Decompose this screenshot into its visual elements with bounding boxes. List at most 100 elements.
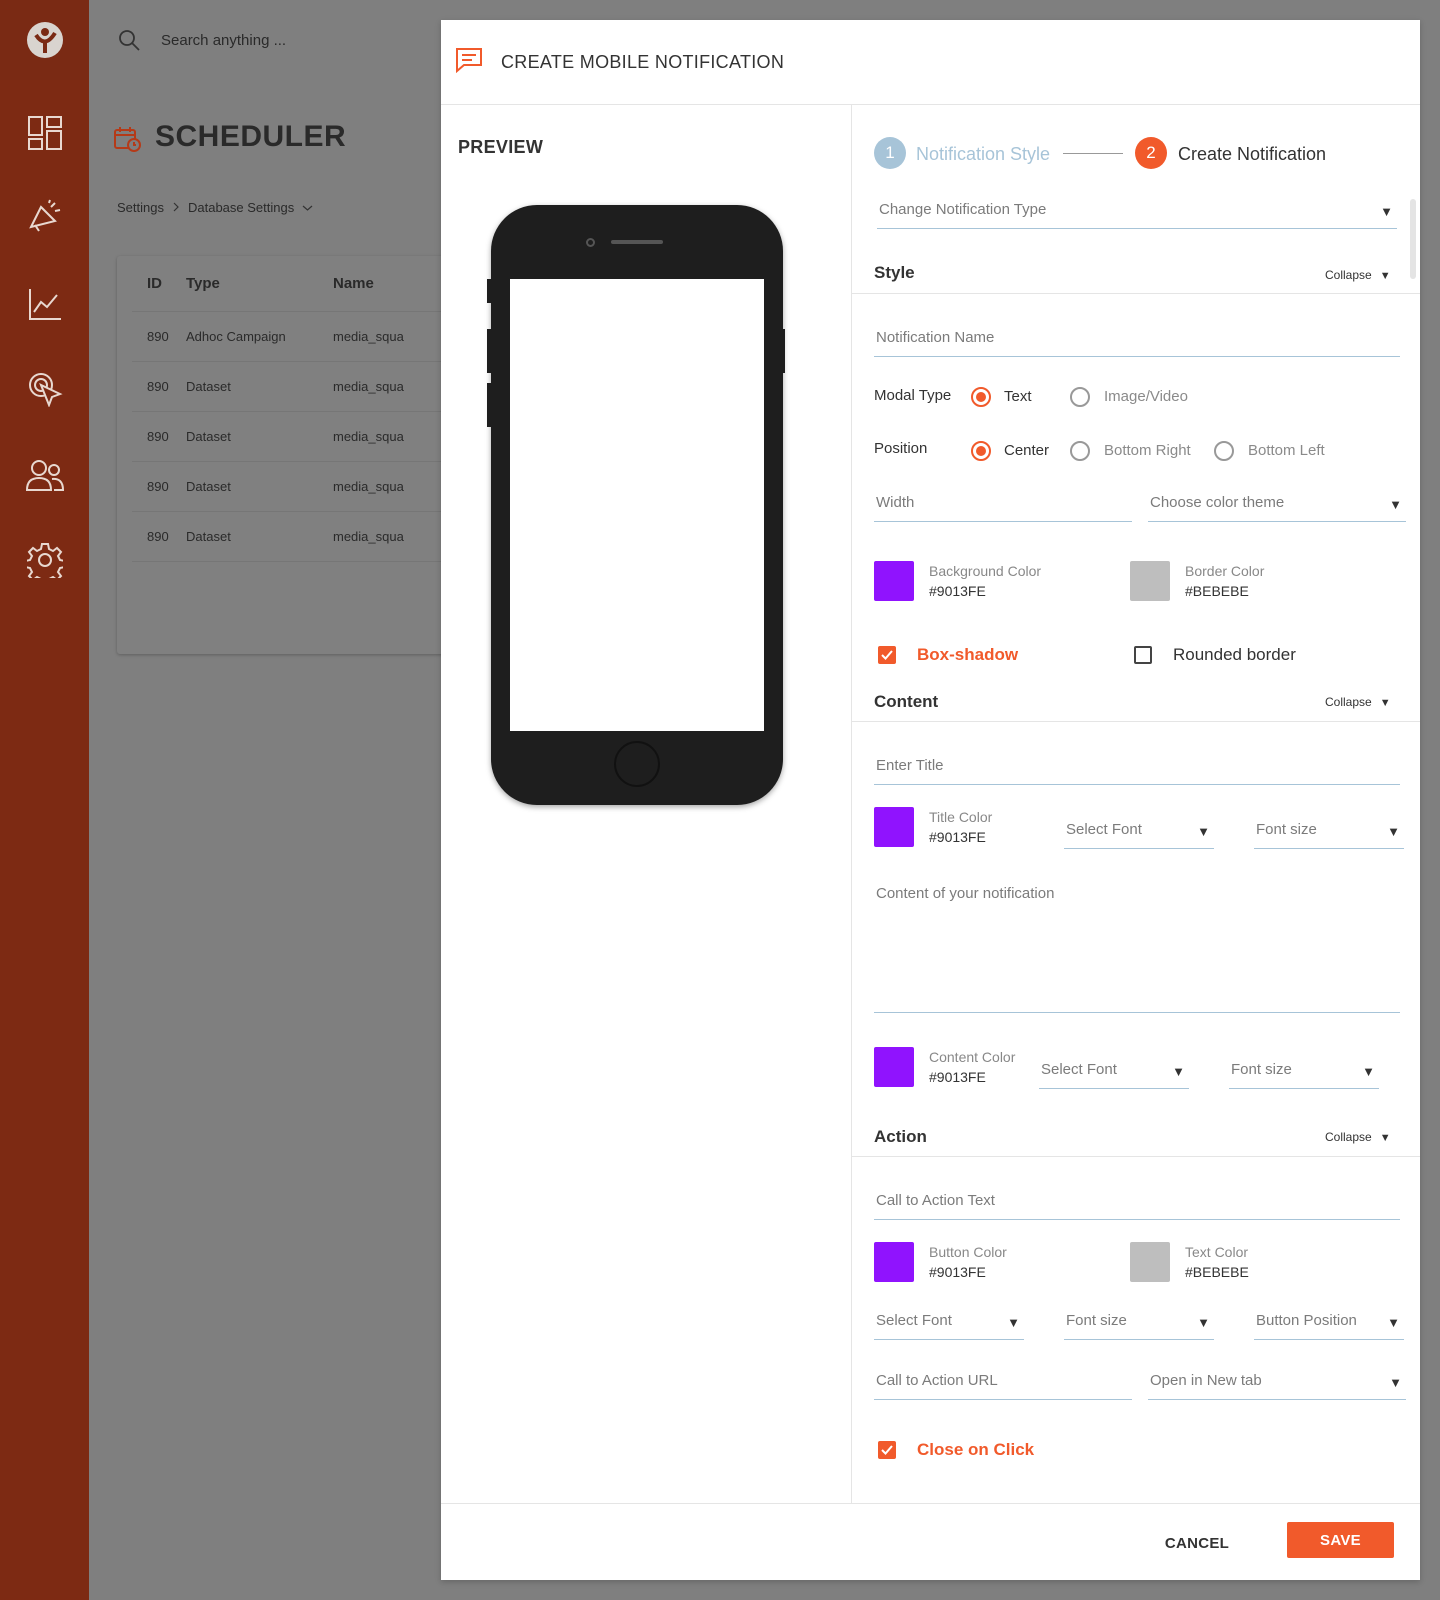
width-input[interactable]: Width [874,492,1132,522]
border-color-value: #BEBEBE [1185,583,1249,599]
stepper-connector [1063,153,1123,154]
select-placeholder: Select Font [1066,821,1142,838]
open-target-select[interactable]: Open in New tab ▼ [1148,1370,1406,1400]
preview-label: PREVIEW [458,137,544,157]
dropdown-arrow-icon: ▼ [1387,1315,1400,1330]
collapse-label: Collapse [1325,1130,1372,1144]
notification-title-input[interactable]: Enter Title [874,755,1400,785]
content-color-swatch[interactable] [874,1047,914,1087]
collapse-label: Collapse [1325,268,1372,282]
table-row[interactable]: 890 Dataset media_squa [132,512,477,562]
step-2-indicator[interactable]: 2 [1135,137,1167,169]
dropdown-arrow-icon: ▼ [1007,1315,1020,1330]
cta-text-input[interactable]: Call to Action Text [874,1190,1400,1220]
phone-side-button [487,383,493,427]
style-collapse-toggle[interactable]: Collapse ▼ [1325,268,1391,282]
table-row[interactable]: 890 Dataset media_squa [132,412,477,462]
dropdown-arrow-icon: ▼ [1389,1375,1402,1390]
table-row[interactable]: 890 Dataset media_squa [132,462,477,512]
modal-type-text-label[interactable]: Text [1004,388,1032,405]
preview-pane: PREVIEW [441,105,852,1503]
dropdown-arrow-icon: ▼ [1389,497,1402,512]
position-bottom-right-label[interactable]: Bottom Right [1104,442,1191,459]
search-input[interactable]: Search anything ... [161,32,286,49]
position-center-label[interactable]: Center [1004,442,1049,459]
close-on-click-checkbox[interactable] [878,1441,896,1459]
cell-type: Dataset [186,529,231,544]
users-icon[interactable] [24,454,66,496]
pointer-click-icon[interactable] [24,368,66,410]
position-center-radio[interactable] [971,441,991,461]
table-row[interactable]: 890 Adhoc Campaign media_squa [132,312,477,362]
border-color-swatch[interactable] [1130,561,1170,601]
box-shadow-checkbox[interactable] [878,646,896,664]
dashboard-icon[interactable] [24,112,66,154]
modal-type-image-video-label[interactable]: Image/Video [1104,388,1188,405]
dropdown-arrow-icon: ▼ [1387,824,1400,839]
notification-name-input[interactable]: Notification Name [874,327,1400,357]
action-collapse-toggle[interactable]: Collapse ▼ [1325,1130,1391,1144]
content-section-title: Content [874,692,939,711]
change-notification-type-select[interactable]: Change Notification Type ▼ [877,199,1397,229]
position-bottom-right-radio[interactable] [1070,441,1090,461]
select-value: Open in New tab [1150,1372,1262,1389]
position-bottom-left-label[interactable]: Bottom Left [1248,442,1325,459]
color-theme-select[interactable]: Choose color theme ▼ [1148,492,1406,522]
position-bottom-left-radio[interactable] [1214,441,1234,461]
modal-footer: CANCEL SAVE [441,1503,1420,1580]
phone-side-button [779,329,785,373]
cta-url-input[interactable]: Call to Action URL [874,1370,1132,1400]
table-row[interactable]: 890 Dataset media_squa [132,362,477,412]
campaign-megaphone-icon[interactable] [24,196,66,238]
button-color-swatch[interactable] [874,1242,914,1282]
cell-type: Dataset [186,379,231,394]
close-on-click-label[interactable]: Close on Click [917,1440,1034,1460]
column-header-type[interactable]: Type [186,275,333,292]
rounded-border-label[interactable]: Rounded border [1173,645,1296,665]
select-placeholder: Font size [1066,1312,1127,1329]
section-divider [852,293,1420,294]
dropdown-arrow-icon: ▼ [1197,824,1210,839]
content-font-size-select[interactable]: Font size ▼ [1229,1059,1379,1089]
background-color-swatch[interactable] [874,561,914,601]
modal-type-label: Modal Type [874,387,952,404]
table-header-row: ID Type Name [132,256,477,312]
rounded-border-checkbox[interactable] [1134,646,1152,664]
cancel-button[interactable]: CANCEL [1161,1528,1233,1558]
modal-type-image-video-radio[interactable] [1070,387,1090,407]
cell-type: Adhoc Campaign [186,329,286,344]
step-1-label[interactable]: Notification Style [916,144,1050,165]
chevron-down-icon[interactable] [302,200,313,215]
step-1-indicator[interactable]: 1 [874,137,906,169]
settings-gear-icon[interactable] [24,539,66,581]
collapse-arrow-icon: ▼ [1379,697,1391,709]
button-position-select[interactable]: Button Position ▼ [1254,1310,1404,1340]
phone-speaker [611,240,663,244]
breadcrumb-database-settings[interactable]: Database Settings [188,200,294,215]
style-section-title: Style [874,263,915,282]
notification-content-textarea[interactable]: Content of your notification [874,883,1400,1013]
analytics-chart-icon[interactable] [24,283,66,325]
scrollbar[interactable] [1410,199,1416,279]
modal-type-text-radio[interactable] [971,387,991,407]
button-font-select[interactable]: Select Font ▼ [874,1310,1024,1340]
save-button[interactable]: SAVE [1287,1522,1394,1558]
cell-id: 890 [147,429,169,444]
column-header-id[interactable]: ID [132,275,186,292]
dropdown-arrow-icon: ▼ [1197,1315,1210,1330]
title-color-swatch[interactable] [874,807,914,847]
text-color-value: #BEBEBE [1185,1264,1249,1280]
step-2-label[interactable]: Create Notification [1178,144,1326,165]
box-shadow-label[interactable]: Box-shadow [917,645,1018,665]
title-font-size-select[interactable]: Font size ▼ [1254,819,1404,849]
content-collapse-toggle[interactable]: Collapse ▼ [1325,695,1391,709]
title-font-select[interactable]: Select Font ▼ [1064,819,1214,849]
cell-id: 890 [147,479,169,494]
breadcrumb: Settings Database Settings [117,200,313,215]
breadcrumb-settings[interactable]: Settings [117,200,164,215]
text-color-swatch[interactable] [1130,1242,1170,1282]
content-font-select[interactable]: Select Font ▼ [1039,1059,1189,1089]
button-font-size-select[interactable]: Font size ▼ [1064,1310,1214,1340]
brand-logo-icon[interactable] [0,0,89,80]
search-icon[interactable] [117,28,141,57]
